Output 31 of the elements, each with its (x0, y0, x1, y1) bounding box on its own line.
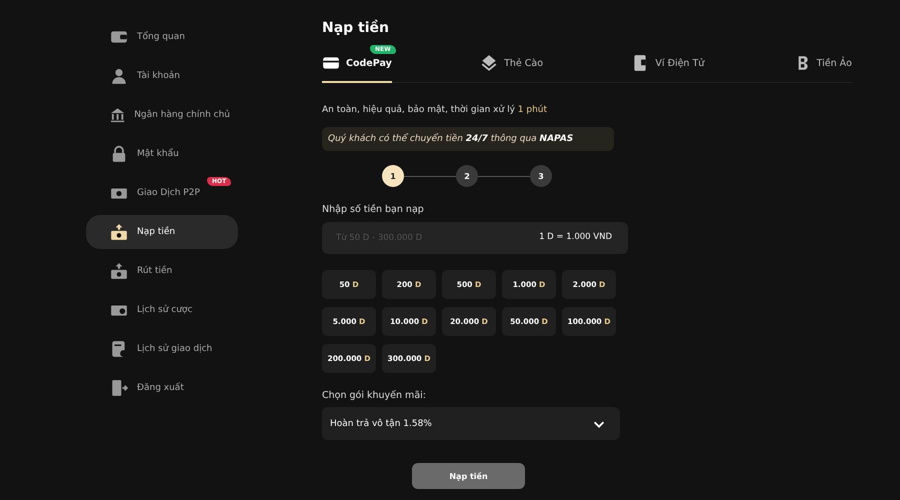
step-circle: 1 (382, 165, 404, 187)
info-text: An toàn, hiệu quả, bảo mật, thời gian xử lý 1 phút (322, 105, 548, 115)
document-icon (110, 340, 128, 358)
user-icon (110, 67, 128, 85)
tab[interactable]: Tiền Ảo (792, 44, 852, 83)
step-circle: 2 (456, 165, 478, 187)
sidebar-item[interactable]: Lịch sử giao dịch (86, 332, 238, 366)
bank-icon (110, 106, 126, 124)
rate-text: 1 D = 1.000 VND (539, 232, 612, 242)
sidebar-item[interactable]: Rút tiền (86, 254, 238, 288)
field-label: Nhập số tiền bạn nạp (322, 204, 425, 215)
money-icon (110, 262, 128, 280)
sidebar-item[interactable]: Tổng quan (86, 20, 238, 54)
logout-icon (110, 379, 128, 397)
money-icon (110, 223, 128, 241)
sidebar-item[interactable]: Lịch sử cược (86, 293, 238, 327)
layers-icon (480, 54, 498, 72)
field-label: Chọn gói khuyến mãi: (322, 390, 427, 401)
page-title: Nạp tiền (322, 20, 390, 36)
step-circle: 3 (530, 165, 552, 187)
sidebar-item[interactable]: Tài khoản (86, 59, 238, 93)
lock-icon (110, 145, 128, 163)
sidebar-item[interactable]: Mật khẩu (86, 137, 238, 171)
submit-button[interactable]: Nạp tiền (412, 463, 525, 489)
sidebar-item[interactable]: Ngân hàng chính chủ (86, 98, 238, 132)
notice-banner: Quý khách có thể chuyển tiền 24/7 thông qua NAPAS (322, 127, 614, 151)
sidebar-item[interactable]: Nạp tiền (86, 215, 238, 249)
tab[interactable]: Thẻ Cào (480, 44, 544, 83)
tab[interactable]: Ví Điện Tử (631, 44, 704, 83)
promo-dropdown[interactable]: Hoàn trả vô tận 1.58% (322, 407, 620, 440)
sidebar-item[interactable]: Đăng xuất (86, 371, 238, 405)
